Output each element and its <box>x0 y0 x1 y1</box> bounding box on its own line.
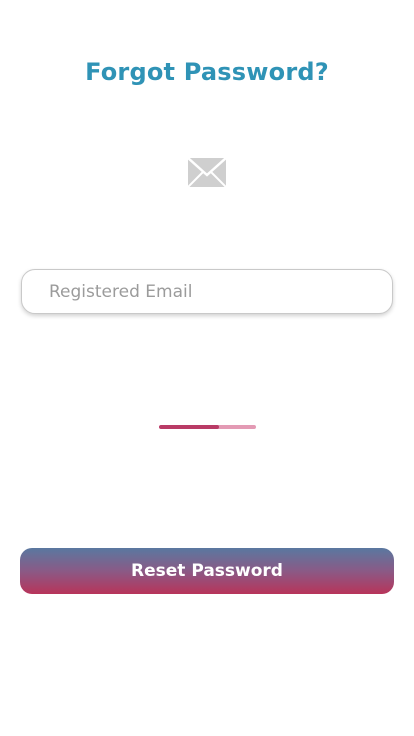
page-title: Forgot Password? <box>85 58 329 86</box>
progress-fill <box>159 425 220 429</box>
reset-password-button[interactable]: Reset Password <box>20 548 394 594</box>
email-input[interactable] <box>22 270 392 313</box>
progress-bar <box>159 425 256 429</box>
email-field <box>21 269 393 314</box>
envelope-icon <box>187 157 227 188</box>
forgot-password-screen: Forgot Password? Reset Password <box>0 0 414 736</box>
